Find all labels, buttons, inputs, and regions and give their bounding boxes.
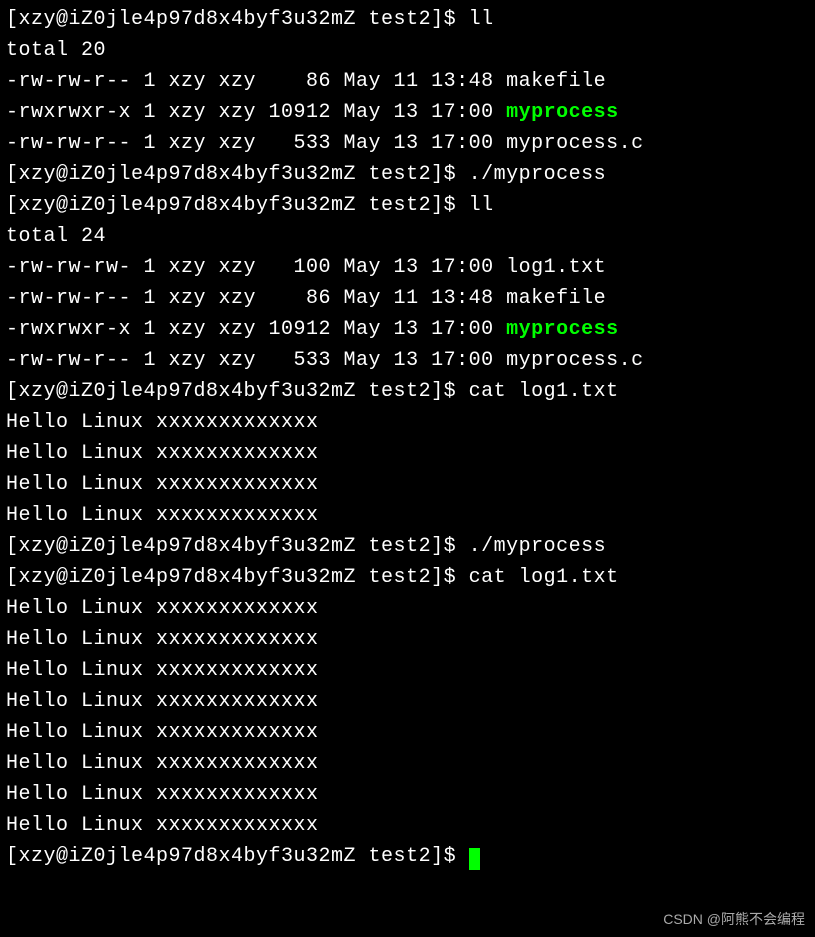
terminal-line: [xzy@iZ0jle4p97d8x4byf3u32mZ test2]$ ll [6,190,809,221]
terminal-line: -rw-rw-r-- 1 xzy xzy 533 May 13 17:00 my… [6,128,809,159]
terminal-line: Hello Linux xxxxxxxxxxxxx [6,593,809,624]
terminal-line: [xzy@iZ0jle4p97d8x4byf3u32mZ test2]$ ll [6,4,809,35]
terminal-line: Hello Linux xxxxxxxxxxxxx [6,655,809,686]
terminal-line: total 24 [6,221,809,252]
terminal-line: Hello Linux xxxxxxxxxxxxx [6,500,809,531]
terminal-line: [xzy@iZ0jle4p97d8x4byf3u32mZ test2]$ ./m… [6,531,809,562]
terminal-line: -rw-rw-r-- 1 xzy xzy 86 May 11 13:48 mak… [6,283,809,314]
terminal-line: Hello Linux xxxxxxxxxxxxx [6,779,809,810]
terminal-line: Hello Linux xxxxxxxxxxxxx [6,407,809,438]
cursor-icon [469,848,480,870]
terminal-output[interactable]: [xzy@iZ0jle4p97d8x4byf3u32mZ test2]$ llt… [0,0,815,876]
terminal-line: -rw-rw-r-- 1 xzy xzy 533 May 13 17:00 my… [6,345,809,376]
terminal-line: -rwxrwxr-x 1 xzy xzy 10912 May 13 17:00 … [6,314,809,345]
terminal-line: Hello Linux xxxxxxxxxxxxx [6,438,809,469]
terminal-line: [xzy@iZ0jle4p97d8x4byf3u32mZ test2]$ [6,841,809,872]
terminal-line: -rw-rw-rw- 1 xzy xzy 100 May 13 17:00 lo… [6,252,809,283]
terminal-line: [xzy@iZ0jle4p97d8x4byf3u32mZ test2]$ cat… [6,562,809,593]
terminal-line: Hello Linux xxxxxxxxxxxxx [6,624,809,655]
watermark: CSDN @阿熊不会编程 [663,909,805,931]
terminal-line: Hello Linux xxxxxxxxxxxxx [6,686,809,717]
terminal-line: [xzy@iZ0jle4p97d8x4byf3u32mZ test2]$ cat… [6,376,809,407]
terminal-line: Hello Linux xxxxxxxxxxxxx [6,748,809,779]
terminal-line: Hello Linux xxxxxxxxxxxxx [6,469,809,500]
terminal-line: total 20 [6,35,809,66]
terminal-line: Hello Linux xxxxxxxxxxxxx [6,717,809,748]
terminal-line: -rwxrwxr-x 1 xzy xzy 10912 May 13 17:00 … [6,97,809,128]
terminal-line: Hello Linux xxxxxxxxxxxxx [6,810,809,841]
terminal-line: [xzy@iZ0jle4p97d8x4byf3u32mZ test2]$ ./m… [6,159,809,190]
terminal-line: -rw-rw-r-- 1 xzy xzy 86 May 11 13:48 mak… [6,66,809,97]
